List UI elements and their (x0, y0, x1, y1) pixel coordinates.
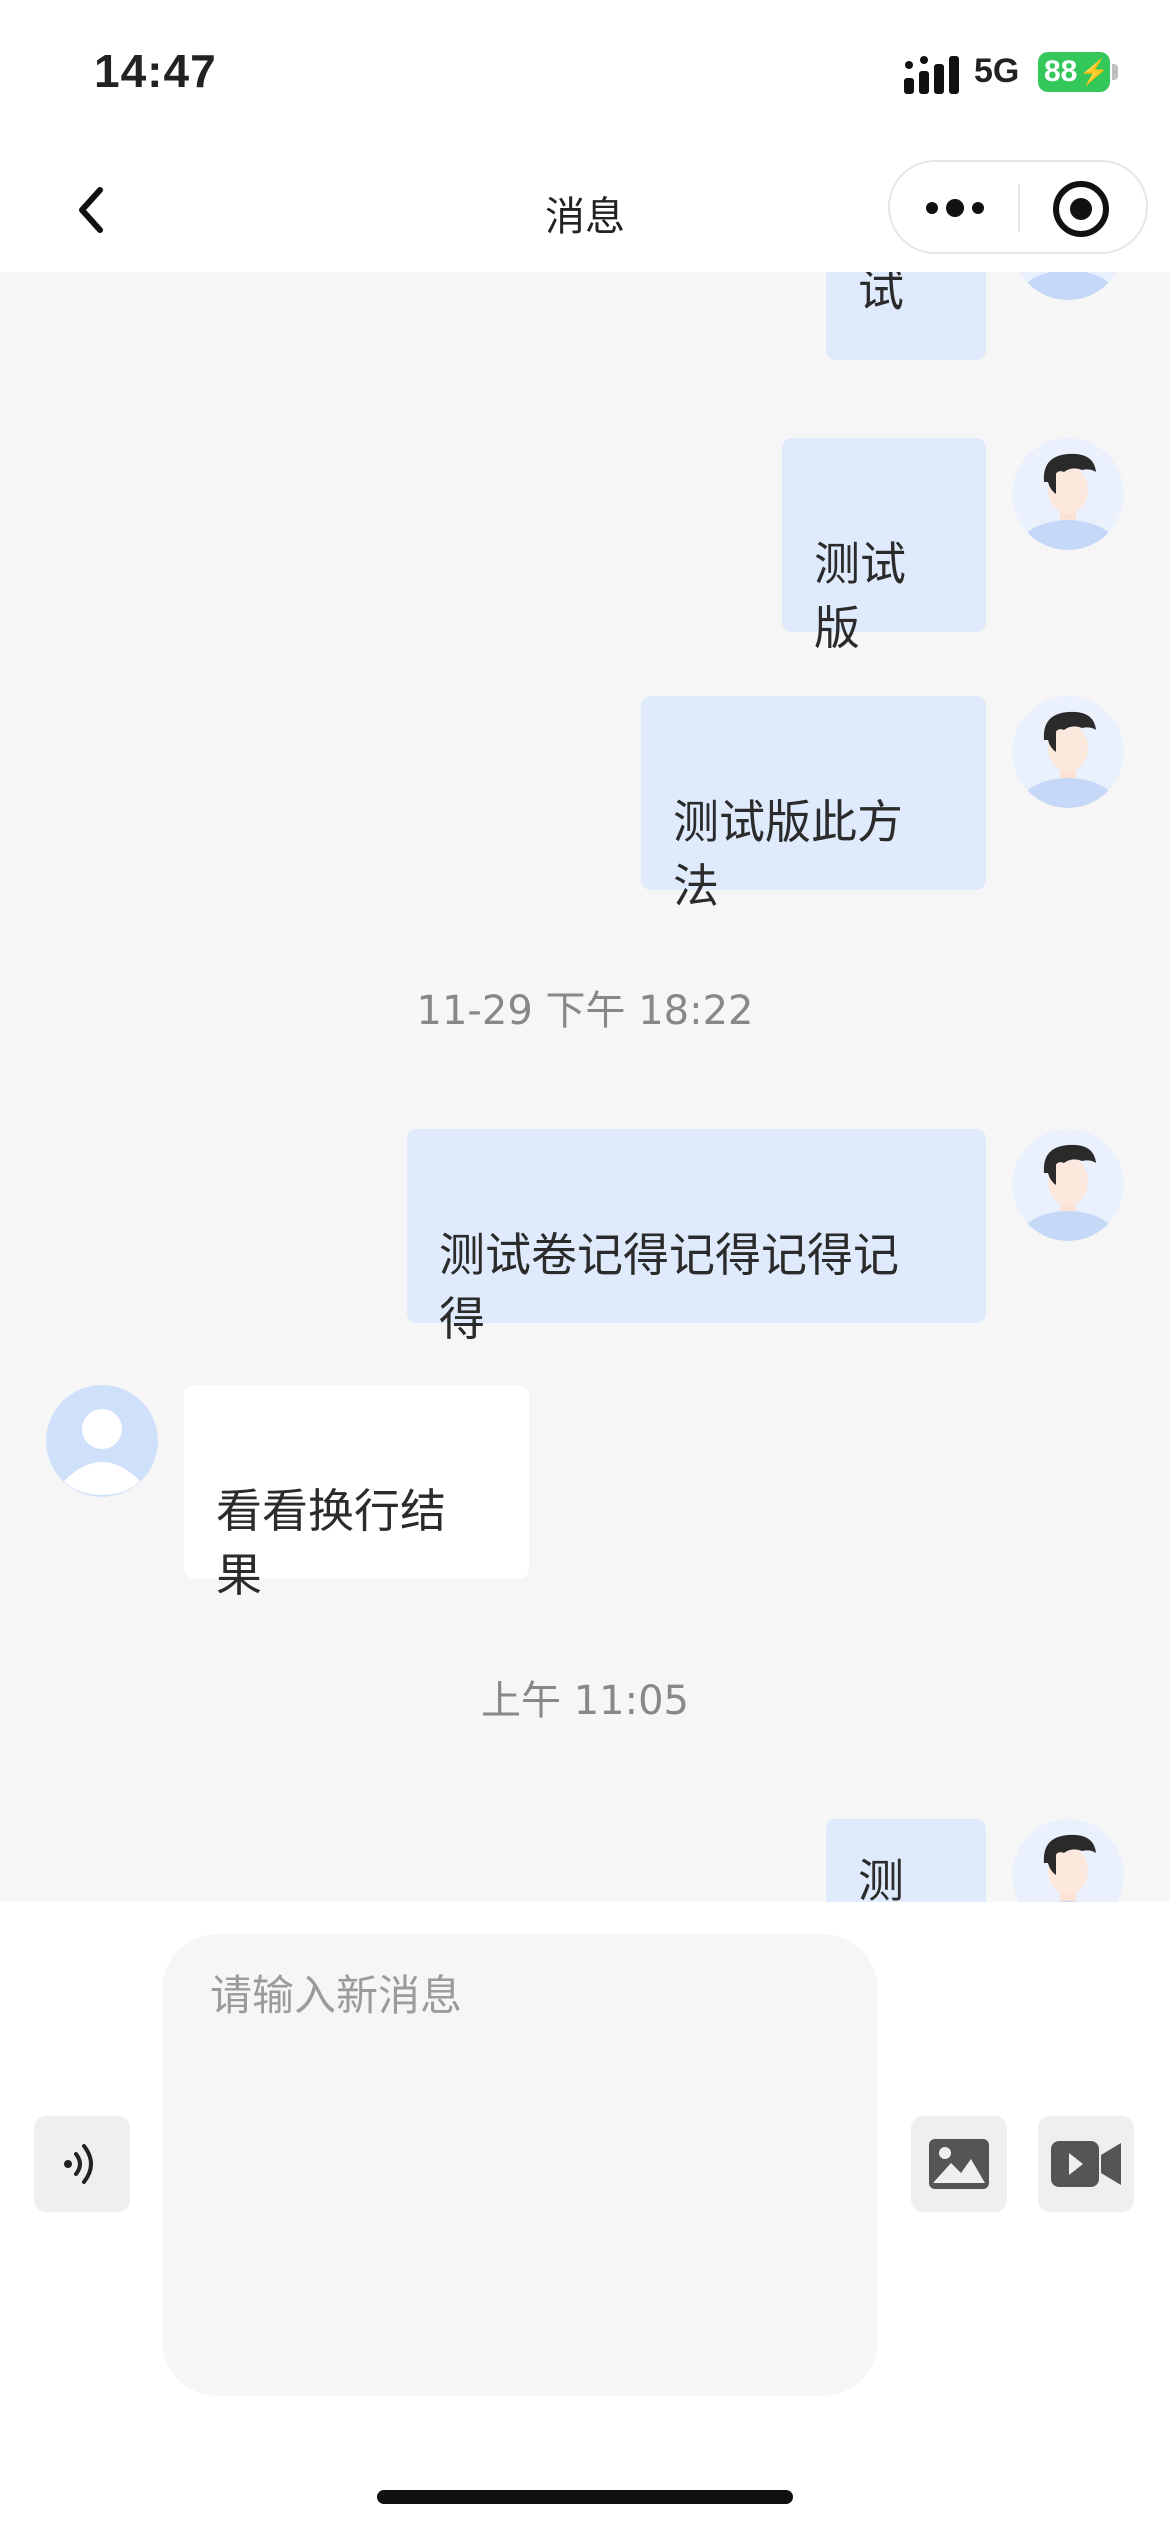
my-avatar[interactable] (1012, 1819, 1124, 1902)
contact-avatar[interactable] (46, 1385, 158, 1497)
my-avatar[interactable] (1012, 696, 1124, 808)
message-text: 测试版此方 法 (673, 795, 903, 913)
message-bubble-sent[interactable]: 测试 版 (782, 438, 986, 655)
home-indicator (377, 2490, 793, 2504)
male-avatar-icon (1012, 438, 1124, 550)
battery-tip (1112, 64, 1118, 80)
network-type: 5G (974, 52, 1020, 90)
message-input[interactable] (162, 1934, 878, 2396)
capsule-divider (1018, 184, 1020, 232)
male-avatar-icon (1018, 272, 1118, 300)
message-bubble-sent[interactable]: 试 (826, 272, 986, 360)
message-text: 看看换行结 果 (216, 1484, 446, 1602)
status-bar: 14:47 5G 88 ⚡ (0, 0, 1170, 150)
more-dots-icon[interactable] (920, 182, 990, 234)
male-avatar-icon (1012, 696, 1124, 808)
mini-program-capsule (888, 160, 1148, 254)
battery-level: 88 (1044, 55, 1078, 88)
status-time: 14:47 (94, 45, 217, 97)
image-icon (929, 2139, 989, 2189)
message-bubble-sent[interactable]: 测试卷记得记得记得记 得 (407, 1129, 986, 1346)
battery-indicator: 88 ⚡ (1038, 52, 1110, 92)
message-text: 测 (858, 1854, 904, 1902)
message-bubble-received[interactable]: 看看换行结 果 (184, 1385, 529, 1602)
image-button[interactable] (911, 2116, 1007, 2212)
nav-bar: 消息 (0, 150, 1170, 272)
default-user-avatar-icon (46, 1385, 158, 1497)
message-composer (0, 1902, 1170, 2532)
message-timestamp: 11-29 下午 18:22 (416, 988, 754, 1034)
message-bubble-sent[interactable]: 测试版此方 法 (641, 696, 986, 913)
my-avatar[interactable] (1012, 272, 1124, 300)
charging-icon: ⚡ (1079, 58, 1110, 86)
video-icon (1051, 2141, 1121, 2187)
video-button[interactable] (1038, 2116, 1134, 2212)
my-avatar[interactable] (1012, 1129, 1124, 1241)
male-avatar-icon (1012, 1819, 1124, 1902)
message-text: 测试 版 (814, 537, 906, 655)
chat-area[interactable]: 试 测试 版 测试版此方 法 11-29 下午 18:22 测试卷记得记得记得记… (0, 272, 1170, 1902)
message-text: 测试卷记得记得记得记 得 (439, 1228, 899, 1346)
voice-button[interactable] (34, 2116, 130, 2212)
message-bubble-sent[interactable]: 测 (826, 1819, 986, 1902)
message-text: 试 (858, 272, 904, 317)
message-timestamp: 上午 11:05 (481, 1678, 689, 1724)
my-avatar[interactable] (1012, 438, 1124, 550)
male-avatar-icon (1012, 1129, 1124, 1241)
voice-icon (64, 2144, 93, 2184)
signal-icon (904, 56, 959, 94)
target-icon[interactable] (1050, 178, 1112, 240)
